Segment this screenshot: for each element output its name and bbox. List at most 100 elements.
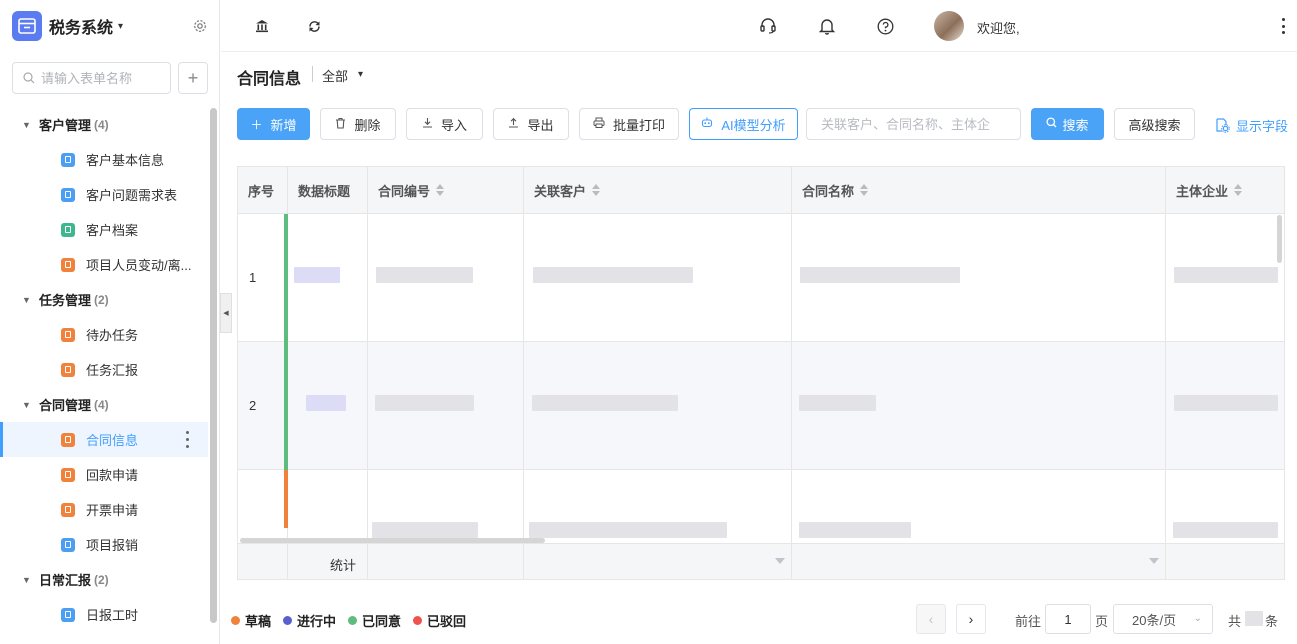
legend-approved: 已同意 bbox=[348, 611, 401, 630]
tree-item[interactable]: 日报工时 bbox=[0, 597, 208, 632]
tree-item[interactable]: 任务汇报 bbox=[0, 352, 208, 387]
page-size-select[interactable]: 20条/页 ⌄ bbox=[1113, 604, 1213, 634]
next-page-button[interactable]: › bbox=[956, 604, 986, 634]
table-cell bbox=[288, 470, 368, 543]
tree-item[interactable]: 客户问题需求表 bbox=[0, 177, 208, 212]
form-icon bbox=[61, 537, 75, 552]
caret-down-icon[interactable]: ▾ bbox=[358, 69, 363, 80]
summary-row: 统计 bbox=[238, 543, 1284, 579]
more-vertical-icon[interactable] bbox=[186, 431, 190, 448]
form-icon bbox=[61, 327, 75, 342]
tree-group-task[interactable]: ▼ 任务管理 (2) bbox=[0, 282, 208, 317]
redacted-text bbox=[533, 267, 693, 283]
tree-item-label: 合同信息 bbox=[86, 433, 139, 448]
show-fields-button[interactable]: 显示字段 bbox=[1215, 116, 1288, 135]
sort-icon[interactable] bbox=[1234, 184, 1243, 196]
column-header-label: 关联客户 bbox=[534, 183, 587, 199]
redacted-text bbox=[306, 395, 346, 411]
tree-item[interactable]: 项目人员变动/离... bbox=[0, 247, 208, 282]
status-dot bbox=[413, 616, 423, 625]
total-prefix: 共 bbox=[1228, 614, 1242, 629]
collapse-sidebar-button[interactable]: ◀ bbox=[220, 293, 232, 333]
prev-page-button[interactable]: ‹ bbox=[916, 604, 946, 634]
settings-gear-icon[interactable] bbox=[193, 19, 207, 33]
tree-item[interactable]: 开票申请 bbox=[0, 492, 208, 527]
export-button[interactable]: 导出 bbox=[493, 108, 569, 140]
summary-dropdown[interactable] bbox=[524, 544, 792, 579]
tree-group-contract[interactable]: ▼ 合同管理 (4) bbox=[0, 387, 208, 422]
column-header-contract-no[interactable]: 合同编号 bbox=[368, 167, 524, 214]
column-header-label: 序号 bbox=[248, 183, 275, 199]
ai-analysis-button[interactable]: AI模型分析 bbox=[689, 108, 798, 140]
import-button[interactable]: 导入 bbox=[406, 108, 483, 140]
sort-icon[interactable] bbox=[860, 184, 869, 196]
tree-item[interactable]: 回款申请 bbox=[0, 457, 208, 492]
search-button[interactable]: 搜索 bbox=[1031, 108, 1104, 140]
tree-item[interactable]: 客户基本信息 bbox=[0, 142, 208, 177]
tree-item[interactable]: 待办任务 bbox=[0, 317, 208, 352]
chevron-down-icon: ▾ bbox=[118, 20, 124, 32]
table-row[interactable] bbox=[238, 470, 1284, 543]
tree-item[interactable]: 客户档案 bbox=[0, 212, 208, 247]
group-name: 合同管理 bbox=[39, 398, 92, 413]
scope-filter-dropdown[interactable]: 全部 bbox=[322, 66, 348, 85]
headset-support-icon[interactable] bbox=[759, 17, 777, 35]
redacted-text bbox=[532, 395, 678, 411]
help-question-icon[interactable] bbox=[876, 17, 894, 35]
vertical-scrollbar[interactable] bbox=[1277, 215, 1282, 263]
top-bar: 欢迎您, bbox=[221, 0, 1297, 52]
redacted-text bbox=[1173, 522, 1278, 538]
form-icon bbox=[61, 502, 75, 517]
form-icon bbox=[61, 187, 75, 202]
status-dot bbox=[348, 616, 358, 625]
app-switcher[interactable]: 税务系统 ▾ bbox=[12, 11, 123, 41]
refresh-icon[interactable] bbox=[305, 17, 323, 35]
user-avatar[interactable] bbox=[934, 11, 964, 41]
redacted-text bbox=[799, 395, 876, 411]
batch-print-button[interactable]: 批量打印 bbox=[579, 108, 679, 140]
column-header-customer[interactable]: 关联客户 bbox=[524, 167, 792, 214]
notification-bell-icon[interactable] bbox=[818, 17, 836, 35]
form-search-input-wrapper[interactable] bbox=[12, 62, 171, 94]
keyword-search-input[interactable] bbox=[806, 108, 1021, 140]
tree-item[interactable]: 项目报销 bbox=[0, 527, 208, 562]
sort-icon[interactable] bbox=[592, 184, 601, 196]
form-search-input[interactable] bbox=[41, 70, 161, 86]
caret-down-icon: ▼ bbox=[22, 119, 31, 130]
sort-icon[interactable] bbox=[436, 184, 445, 196]
form-icon bbox=[61, 467, 75, 482]
sidebar-scrollbar[interactable] bbox=[210, 108, 217, 623]
column-header-contract-name[interactable]: 合同名称 bbox=[792, 167, 1166, 214]
bank-icon[interactable] bbox=[253, 17, 271, 35]
show-fields-label: 显示字段 bbox=[1236, 119, 1289, 134]
form-tree: ▼ 客户管理 (4) 客户基本信息 客户问题需求表 客户档案 项目人员变动/离.… bbox=[0, 107, 208, 632]
trash-icon bbox=[335, 117, 346, 132]
tree-group-customer[interactable]: ▼ 客户管理 (4) bbox=[0, 107, 208, 142]
table-row[interactable]: 1 bbox=[238, 214, 1284, 342]
add-button[interactable]: ＋ 新增 bbox=[237, 108, 310, 140]
table-row[interactable]: 2 bbox=[238, 342, 1284, 470]
batch-print-button-label: 批量打印 bbox=[612, 117, 665, 133]
form-icon bbox=[61, 257, 75, 272]
total-suffix: 条 bbox=[1265, 614, 1279, 629]
table-cell bbox=[368, 214, 524, 341]
tree-item-active[interactable]: 合同信息 bbox=[0, 422, 208, 457]
column-header-entity[interactable]: 主体企业 bbox=[1166, 167, 1284, 214]
page-title: 合同信息 bbox=[237, 71, 302, 88]
group-count: (2) bbox=[94, 572, 109, 587]
table-cell bbox=[792, 470, 1166, 543]
group-count: (4) bbox=[94, 117, 109, 132]
group-name: 客户管理 bbox=[39, 118, 92, 133]
tree-item-label: 项目报销 bbox=[86, 538, 139, 553]
tree-group-daily[interactable]: ▼ 日常汇报 (2) bbox=[0, 562, 208, 597]
goto-label: 前往 bbox=[1015, 614, 1042, 629]
page-number-input[interactable] bbox=[1045, 604, 1091, 634]
more-vertical-icon[interactable] bbox=[1281, 18, 1285, 34]
summary-dropdown[interactable] bbox=[792, 544, 1166, 579]
advanced-search-button[interactable]: 高级搜索 bbox=[1114, 108, 1195, 140]
add-form-button[interactable]: + bbox=[178, 62, 208, 94]
caret-down-icon: ▼ bbox=[22, 399, 31, 410]
delete-button[interactable]: 删除 bbox=[320, 108, 396, 140]
search-button-label: 搜索 bbox=[1062, 117, 1089, 133]
export-button-label: 导出 bbox=[527, 117, 554, 133]
